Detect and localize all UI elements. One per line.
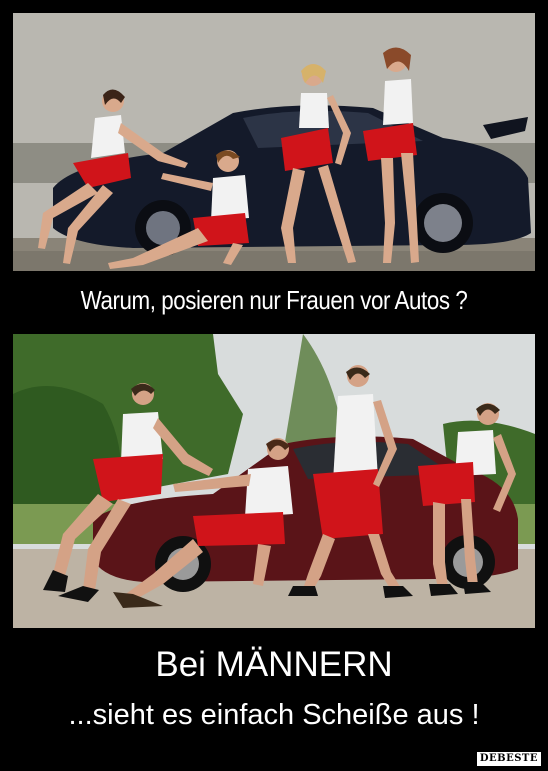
caption-question: Warum, posieren nur Frauen vor Autos ? <box>80 285 468 315</box>
top-photo-women-posing-car <box>13 13 535 271</box>
bottom-photo-men-posing-car <box>13 334 535 628</box>
caption-answer-line-1: Bei MÄNNERN <box>155 645 393 684</box>
top-photo-illustration <box>13 13 535 271</box>
meme-poster: Warum, posieren nur Frauen vor Autos ? B… <box>0 0 548 771</box>
watermark-logo: DEBESTE <box>475 751 542 767</box>
caption-answer-line-2: ...sieht es einfach Scheiße aus ! <box>68 699 480 731</box>
bottom-photo-illustration <box>13 334 535 628</box>
ground-shadow <box>13 251 535 271</box>
